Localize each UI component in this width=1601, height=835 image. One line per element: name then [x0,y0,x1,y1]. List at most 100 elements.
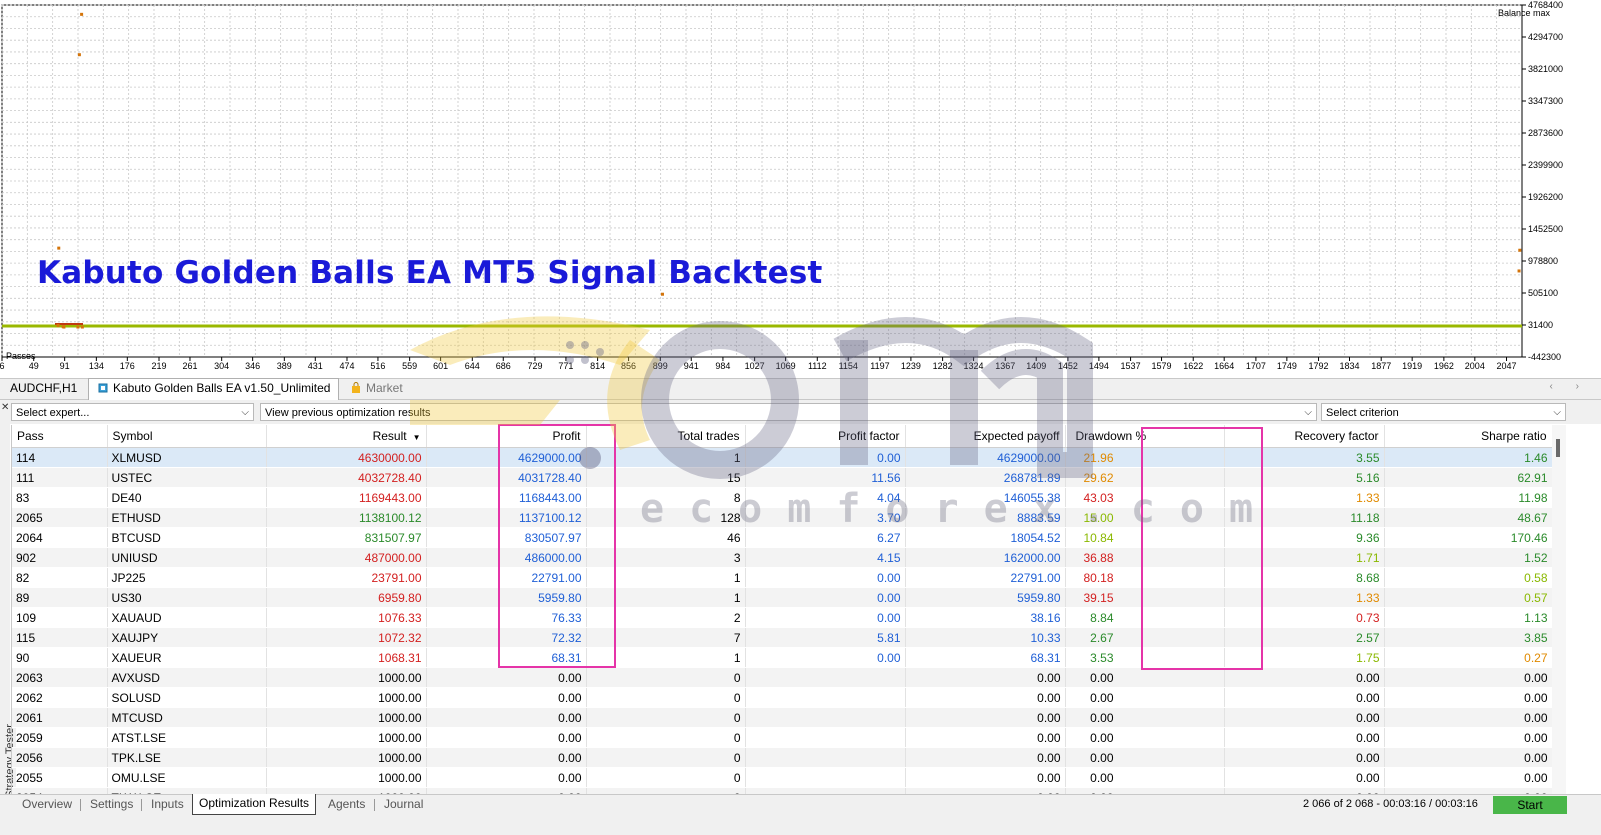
x-tick-label: 6 [0,361,5,371]
cell-profit: 1168443.00 [426,487,587,508]
x-tick-label: 2047 [1497,361,1517,371]
cell-pass: 82 [12,567,108,588]
cell-symbol: BTCUSD [107,527,267,548]
bottom-tab-settings[interactable]: Settings [84,795,139,815]
cell-result: 4630000.00 [266,447,427,468]
table-row[interactable]: 89 US30 6959.80 5959.80 1 0.00 5959.80 39.15 1.3… [12,587,1552,608]
cell-pass: 2056 [12,747,108,768]
cell-sharpe-ratio: 0.00 [1384,767,1552,788]
cell-expected-payoff: 38.16 [905,607,1066,628]
tab-chart-audchf[interactable]: AUDCHF,H1 [2,379,85,399]
start-button[interactable]: Start [1493,796,1567,814]
data-point [63,323,65,325]
col-header-drawdown[interactable]: Drawdown % [1065,425,1225,448]
cell-total-trades: 7 [586,627,746,648]
table-row[interactable]: 2056 TPK.LSE 1000.00 0.00 0 0.00 0.00 0.00 0.00 [12,747,1552,768]
table-row[interactable]: 2059 ATST.LSE 1000.00 0.00 0 0.00 0.00 0.00 0.00 [12,727,1552,748]
col-header-sharpe-ratio[interactable]: Sharpe ratio [1384,425,1552,448]
y-tick-label: 1452500 [1528,224,1563,234]
tab-separator [141,799,142,811]
y-tick-label: 3821000 [1528,64,1563,74]
col-header-profit-factor[interactable]: Profit factor [745,425,906,448]
bottom-tab-inputs[interactable]: Inputs [145,795,190,815]
x-tick-label: 474 [339,361,354,371]
x-tick-label: 516 [370,361,385,371]
bottom-tab-agents[interactable]: Agents [322,795,371,815]
cell-profit: 72.32 [426,627,587,648]
close-icon[interactable]: ✕ [1,402,9,413]
col-header-expected-payoff[interactable]: Expected payoff [905,425,1066,448]
x-tick-label: 1962 [1434,361,1454,371]
bottom-tab-optimization-results[interactable]: Optimization Results [192,794,317,815]
cell-pass: 2061 [12,707,108,728]
scrollbar-thumb[interactable] [1556,439,1560,457]
tab-separator [374,799,375,811]
table-row[interactable]: 82 JP225 23791.00 22791.00 1 0.00 22791.00 80.1… [12,567,1552,588]
cell-total-trades: 2 [586,607,746,628]
col-header-total-trades[interactable]: Total trades [586,425,746,448]
cell-recovery-factor: 5.16 [1224,467,1385,488]
cell-drawdown: 39.15 [1065,587,1225,608]
vertical-scrollbar[interactable] [1552,425,1566,794]
cell-total-trades: 0 [586,707,746,728]
cell-result: 1068.31 [266,647,427,668]
table-row[interactable]: 90 XAUEUR 1068.31 68.31 1 0.00 68.31 3.53 1.75 0.… [12,647,1552,668]
expert-select-value: Select expert... [16,407,90,419]
cell-profit-factor: 0.00 [745,567,906,588]
cell-result: 23791.00 [266,567,427,588]
cell-result: 1138100.12 [266,507,427,528]
col-header-profit[interactable]: Profit [426,425,587,448]
cell-drawdown: 80.18 [1065,567,1225,588]
cell-sharpe-ratio: 0.00 [1384,727,1552,748]
data-point [80,12,84,16]
table-row[interactable]: 902 UNIUSD 487000.00 486000.00 3 4.15 162000.0… [12,547,1552,568]
col-header-recovery-factor[interactable]: Recovery factor [1224,425,1385,448]
bottom-tab-overview[interactable]: Overview [16,795,78,815]
cell-sharpe-ratio: 1.52 [1384,547,1552,568]
x-tick-label: 814 [590,361,605,371]
tab-scroll-arrows[interactable]: ‹ › [1550,381,1589,392]
bottom-tab-journal[interactable]: Journal [378,795,429,815]
col-header-pass[interactable]: Pass [12,425,108,448]
cell-symbol: ETHUSD [107,507,267,528]
cell-drawdown: 0.00 [1065,707,1225,728]
x-tick-label: 1579 [1152,361,1172,371]
cell-symbol: ATST.LSE [107,727,267,748]
col-header-symbol[interactable]: Symbol [107,425,267,448]
cell-profit: 5959.80 [426,587,587,608]
results-select[interactable]: View previous optimization results ⌵ [260,403,1317,421]
cell-recovery-factor: 1.75 [1224,647,1385,668]
data-point [75,323,77,325]
table-row[interactable]: 109 XAUAUD 1076.33 76.33 2 0.00 38.16 8.84 0.73 1… [12,607,1552,628]
col-header-result[interactable]: Result ▼ [266,425,427,448]
x-tick-label: 1282 [933,361,953,371]
data-point [62,325,66,329]
x-tick-label: 1197 [870,361,889,371]
x-tick-label: 1112 [808,361,827,371]
cell-result: 1072.32 [266,627,427,648]
cell-sharpe-ratio: 1.13 [1384,607,1552,628]
expert-select[interactable]: Select expert... ⌵ [11,403,254,421]
table-row[interactable]: 115 XAUJPY 1072.32 72.32 7 5.81 10.33 2.67 2.57 3… [12,627,1552,648]
x-tick-label: 304 [214,361,229,371]
x-tick-label: 1367 [995,361,1015,371]
x-tick-label: 1919 [1402,361,1422,371]
chevron-down-icon: ⌵ [241,407,249,418]
x-tick-label: 856 [621,361,636,371]
cell-sharpe-ratio: 48.67 [1384,507,1552,528]
table-row[interactable]: 2055 OMU.LSE 1000.00 0.00 0 0.00 0.00 0.00 0.00 [12,767,1552,788]
table-row[interactable]: 111 USTEC 4032728.40 4031728.40 15 11.56 26878… [12,467,1552,488]
cell-sharpe-ratio: 11.98 [1384,487,1552,508]
table-row[interactable]: 2063 AVXUSD 1000.00 0.00 0 0.00 0.00 0.00 0.00 [12,667,1552,688]
table-row[interactable]: 114 XLMUSD 4630000.00 4629000.00 1 0.00 462900… [12,447,1552,468]
tab-market[interactable]: Market [342,379,411,399]
cell-expected-payoff: 0.00 [905,747,1066,768]
col-header-result-label: Result [372,429,407,443]
criterion-select[interactable]: Select criterion ⌵ [1321,403,1566,421]
table-row[interactable]: 2062 SOLUSD 1000.00 0.00 0 0.00 0.00 0.00 0.00 [12,687,1552,708]
cell-symbol: MTCUSD [107,707,267,728]
cell-sharpe-ratio: 0.00 [1384,707,1552,728]
tab-expert[interactable]: Kabuto Golden Balls EA v1.50_Unlimited [88,378,340,400]
table-row[interactable]: 2061 MTCUSD 1000.00 0.00 0 0.00 0.00 0.00 0.00 [12,707,1552,728]
cell-profit: 0.00 [426,767,587,788]
